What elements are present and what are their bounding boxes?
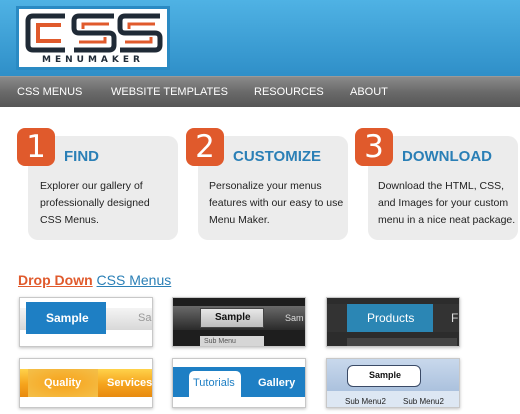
thumb-label: Gallery [258, 377, 296, 389]
nav-item-website-templates[interactable]: WEBSITE TEMPLATES [111, 86, 228, 98]
thumb-submenu [347, 338, 457, 346]
step-title: CUSTOMIZE [233, 148, 322, 165]
step-number: 1 [17, 128, 55, 166]
menu-thumbnail[interactable]: Sample Sa [19, 297, 153, 347]
site-header: MENUMAKER [0, 0, 520, 76]
thumb-label: Sub Menu [204, 338, 236, 345]
step-number: 2 [186, 128, 224, 166]
nav-item-css-menus[interactable]: CSS MENUS [17, 86, 82, 98]
main-nav: CSS MENUS WEBSITE TEMPLATES RESOURCES AB… [0, 76, 520, 107]
menu-thumbnail[interactable]: Sample Sam Sub Menu [172, 297, 306, 347]
thumb-label: Sub Menu2 [403, 397, 444, 406]
site-logo[interactable]: MENUMAKER [16, 6, 170, 70]
step-description: Explorer our gallery of professionally d… [40, 180, 150, 226]
step-title: FIND [64, 148, 99, 165]
menu-thumbnail[interactable]: Products F [326, 297, 460, 347]
logo-subtitle: MENUMAKER [42, 55, 144, 65]
thumb-label: Sample [46, 311, 89, 325]
menu-thumbnail[interactable]: Quality Services [19, 358, 153, 408]
section-heading-rest: CSS Menus [96, 272, 172, 288]
nav-item-about[interactable]: ABOUT [350, 86, 388, 98]
thumb-label: Quality [44, 377, 82, 389]
thumb-label: Services [107, 377, 153, 389]
thumb-label: Products [367, 311, 415, 325]
thumb-label: Sa [138, 312, 152, 324]
thumb-label: F [451, 311, 459, 325]
section-heading[interactable]: Drop Down CSS Menus [18, 272, 171, 288]
step-number: 3 [355, 128, 393, 166]
logo-letters [25, 13, 163, 53]
thumb-label: Tutorials [193, 377, 235, 389]
thumb-label: Sample [369, 370, 402, 380]
thumb-label: Sam [285, 313, 304, 323]
section-heading-accent: Drop Down [18, 272, 93, 288]
nav-item-resources[interactable]: RESOURCES [254, 86, 324, 98]
thumb-label: Sub Menu2 [345, 397, 386, 406]
step-description: Download the HTML, CSS, and Images for y… [378, 180, 516, 226]
menu-thumbnail[interactable]: Sample Sub Menu2 Sub Menu2 [326, 358, 460, 408]
step-description: Personalize your menus features with our… [209, 180, 344, 226]
thumb-label: Sample [215, 312, 251, 323]
step-title: DOWNLOAD [402, 148, 492, 165]
menu-thumbnail[interactable]: Tutorials Gallery [172, 358, 306, 408]
